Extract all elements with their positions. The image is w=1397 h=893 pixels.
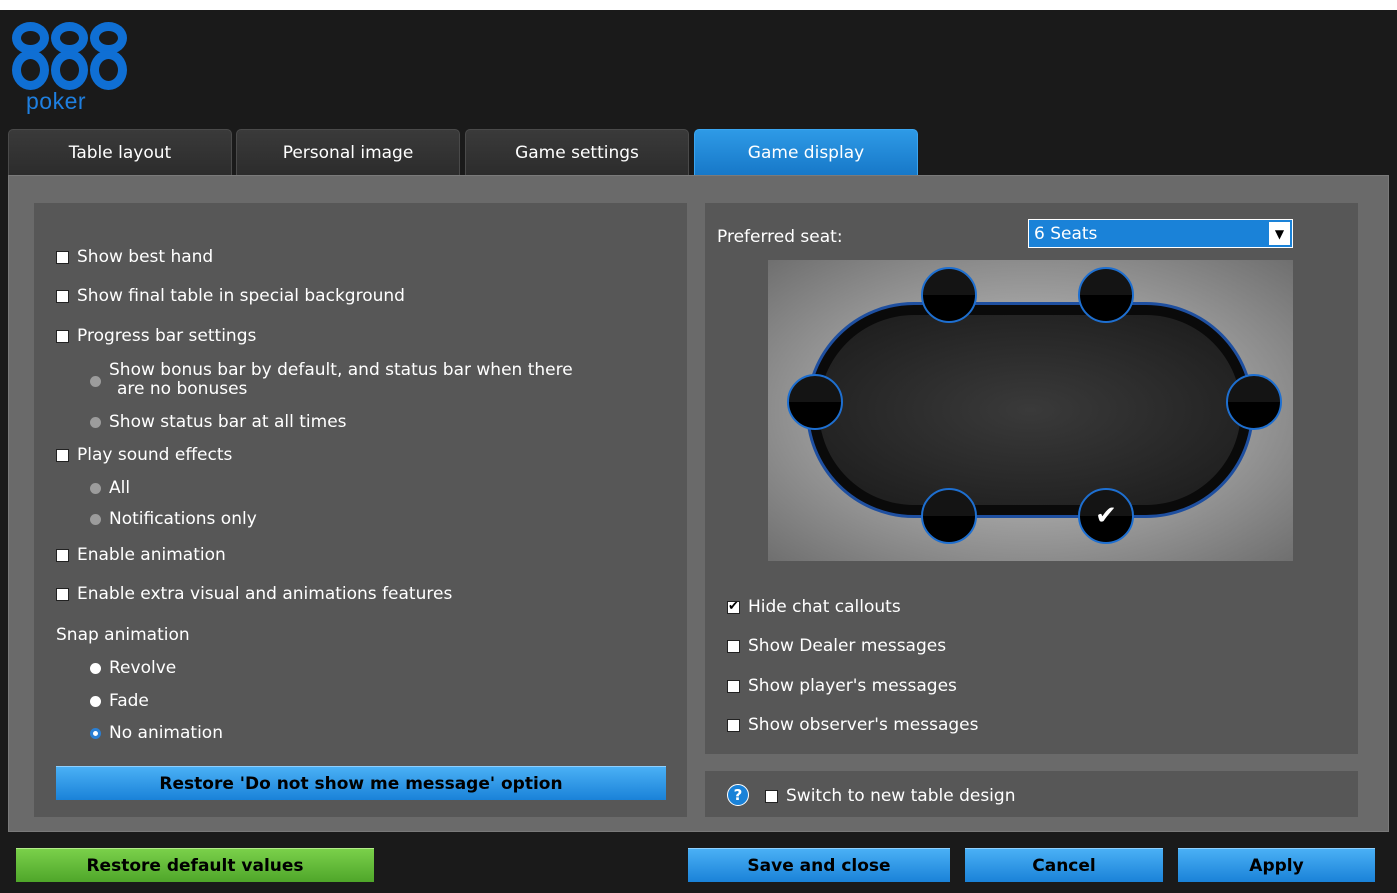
snap-animation-heading: Snap animation (56, 625, 190, 645)
progress-opt-bonus-text: Show bonus bar by default, and status ba… (109, 361, 573, 399)
sound-all-radio[interactable] (90, 482, 101, 494)
save-close-button[interactable]: Save and close (688, 848, 950, 882)
show-best-hand-label: Show best hand (77, 247, 214, 267)
help-icon[interactable]: ? (727, 784, 749, 806)
progress-opt-bonus-line1: Show bonus bar by default, and status ba… (109, 360, 573, 380)
checkmark-icon: ✔ (1095, 501, 1117, 531)
sound-effects-checkbox[interactable] (56, 448, 69, 462)
seat-4-selected[interactable]: ✔ (1078, 488, 1134, 544)
progress-opt-status[interactable]: Show status bar at all times (90, 412, 347, 432)
switch-design-option[interactable]: Switch to new table design (765, 786, 1015, 806)
show-final-table-label: Show final table in special background (77, 286, 405, 306)
tab-game-settings[interactable]: Game settings (465, 129, 689, 175)
logo-poker-text: poker (26, 88, 87, 114)
hide-chat-checkbox[interactable] (727, 598, 740, 616)
sound-effects-label: Play sound effects (77, 445, 233, 465)
seats-select[interactable]: 6 Seats ▼ (1028, 219, 1293, 248)
switch-design-label: Switch to new table design (786, 786, 1016, 806)
restore-message-button[interactable]: Restore 'Do not show me message' option (56, 766, 666, 800)
sound-all-option[interactable]: All (90, 478, 130, 498)
progress-bar-option[interactable]: Progress bar settings (56, 326, 256, 346)
logo-eight-3 (90, 22, 127, 90)
seat-5[interactable] (921, 488, 977, 544)
logo-eight-1 (12, 22, 49, 90)
apply-button[interactable]: Apply (1178, 848, 1375, 882)
snap-none-radio[interactable] (90, 727, 101, 739)
snap-fade-radio[interactable] (90, 695, 101, 707)
show-final-table-checkbox[interactable] (56, 289, 69, 303)
snap-none-option[interactable]: No animation (90, 723, 223, 743)
progress-bar-label: Progress bar settings (77, 326, 257, 346)
seat-1[interactable] (921, 267, 977, 323)
show-player-label: Show player's messages (748, 676, 957, 696)
progress-opt-status-label: Show status bar at all times (109, 412, 347, 432)
888poker-logo: poker (12, 22, 132, 118)
show-dealer-checkbox[interactable] (727, 639, 740, 653)
show-final-table-option[interactable]: Show final table in special background (56, 286, 405, 306)
sound-notifications-option[interactable]: Notifications only (90, 509, 257, 529)
tab-table-layout[interactable]: Table layout (8, 129, 232, 175)
show-player-option[interactable]: Show player's messages (727, 676, 957, 696)
seat-3[interactable] (1226, 374, 1282, 430)
chevron-down-icon[interactable]: ▼ (1269, 222, 1290, 245)
switch-design-checkbox[interactable] (765, 789, 778, 803)
seat-6[interactable] (787, 374, 843, 430)
restore-defaults-button[interactable]: Restore default values (16, 848, 374, 882)
enable-extra-label: Enable extra visual and animations featu… (77, 584, 453, 604)
show-player-checkbox[interactable] (727, 679, 740, 693)
logo-888-mark (12, 22, 127, 90)
show-best-hand-option[interactable]: Show best hand (56, 247, 213, 267)
progress-opt-status-radio[interactable] (90, 416, 101, 428)
snap-none-label: No animation (109, 723, 223, 743)
seat-2[interactable] (1078, 267, 1134, 323)
snap-fade-label: Fade (109, 691, 149, 711)
show-best-hand-checkbox[interactable] (56, 250, 69, 264)
enable-animation-checkbox[interactable] (56, 548, 69, 562)
show-observer-label: Show observer's messages (748, 715, 979, 735)
tab-personal-image[interactable]: Personal image (236, 129, 460, 175)
progress-opt-bonus-radio[interactable] (90, 376, 101, 387)
enable-extra-checkbox[interactable] (56, 587, 69, 601)
show-dealer-option[interactable]: Show Dealer messages (727, 636, 946, 656)
sound-notifications-label: Notifications only (109, 509, 257, 529)
snap-revolve-option[interactable]: Revolve (90, 658, 176, 678)
snap-fade-option[interactable]: Fade (90, 691, 149, 711)
preferred-seat-label: Preferred seat: (717, 227, 843, 247)
cancel-button[interactable]: Cancel (965, 848, 1163, 882)
snap-revolve-label: Revolve (109, 658, 177, 678)
poker-table-preview: ✔ (768, 260, 1293, 561)
enable-extra-option[interactable]: Enable extra visual and animations featu… (56, 584, 452, 604)
hide-chat-option[interactable]: Hide chat callouts (727, 597, 901, 617)
progress-opt-bonus[interactable]: Show bonus bar by default, and status ba… (90, 361, 573, 399)
sound-all-label: All (109, 478, 131, 498)
progress-opt-bonus-line2: are no bonuses (117, 379, 248, 399)
sound-notifications-radio[interactable] (90, 513, 101, 525)
logo-eight-2 (51, 22, 88, 90)
hide-chat-label: Hide chat callouts (748, 597, 901, 617)
enable-animation-option[interactable]: Enable animation (56, 545, 226, 565)
show-observer-checkbox[interactable] (727, 718, 740, 732)
seats-select-value: 6 Seats (1034, 223, 1098, 244)
snap-revolve-radio[interactable] (90, 662, 101, 674)
table-felt (806, 302, 1254, 518)
sound-effects-option[interactable]: Play sound effects (56, 445, 232, 465)
show-observer-option[interactable]: Show observer's messages (727, 715, 978, 735)
show-dealer-label: Show Dealer messages (748, 636, 947, 656)
window-top-strip (0, 0, 1397, 10)
progress-bar-checkbox[interactable] (56, 329, 69, 343)
enable-animation-label: Enable animation (77, 545, 226, 565)
tab-game-display[interactable]: Game display (694, 129, 918, 175)
